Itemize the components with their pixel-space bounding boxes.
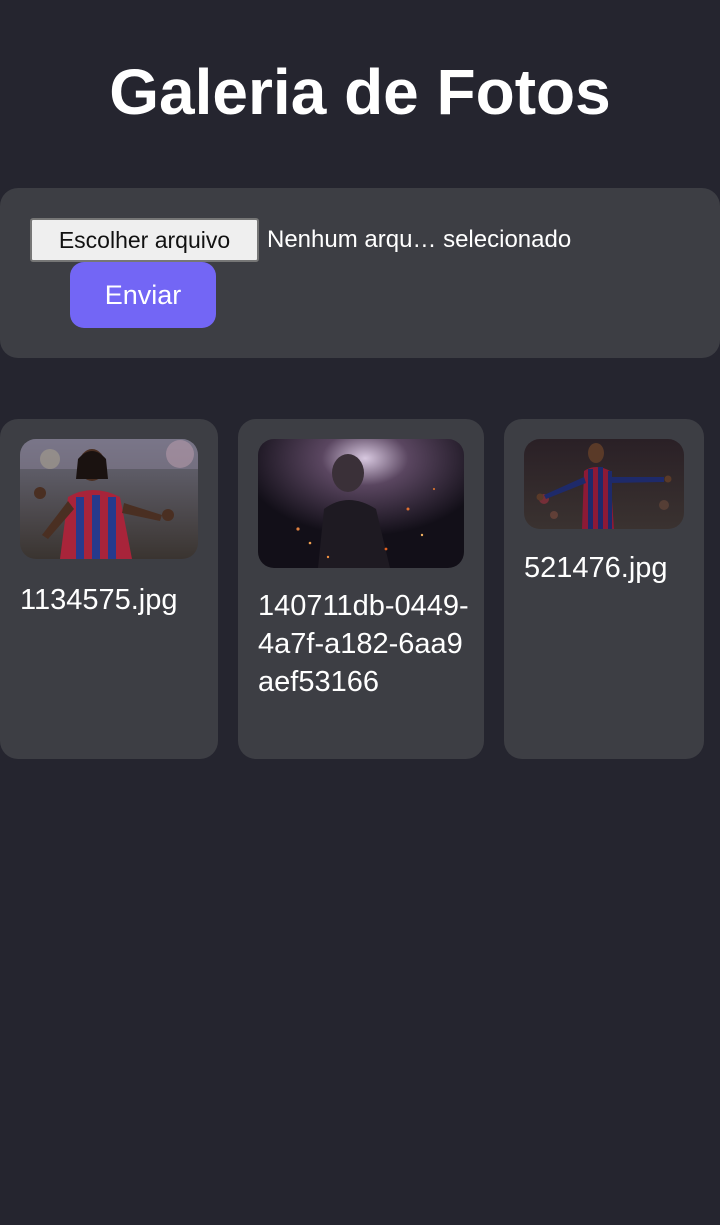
photo-thumbnail[interactable] [20, 439, 198, 559]
photo-filename: 140711db-0449-4a7f-a182-6aa9aef53166 [258, 590, 469, 698]
choose-file-button[interactable]: Escolher arquivo [30, 218, 259, 262]
photo-card: 521476.jpg [504, 419, 704, 759]
photo-filename: 521476.jpg [524, 552, 668, 584]
file-status-text: Nenhum arqu… selecionado [267, 226, 572, 253]
photo-card: 140711db-0449-4a7f-a182-6aa9aef53166 [238, 419, 484, 759]
photo-card: 1134575.jpg [0, 419, 218, 759]
page-title: Galeria de Fotos [109, 56, 611, 128]
photo-thumbnail[interactable] [258, 439, 464, 568]
upload-form: Escolher arquivo Nenhum arqu… selecionad… [0, 188, 720, 358]
photo-thumbnail[interactable] [524, 439, 684, 529]
photo-filename: 1134575.jpg [20, 584, 178, 616]
send-button[interactable]: Enviar [70, 262, 216, 328]
